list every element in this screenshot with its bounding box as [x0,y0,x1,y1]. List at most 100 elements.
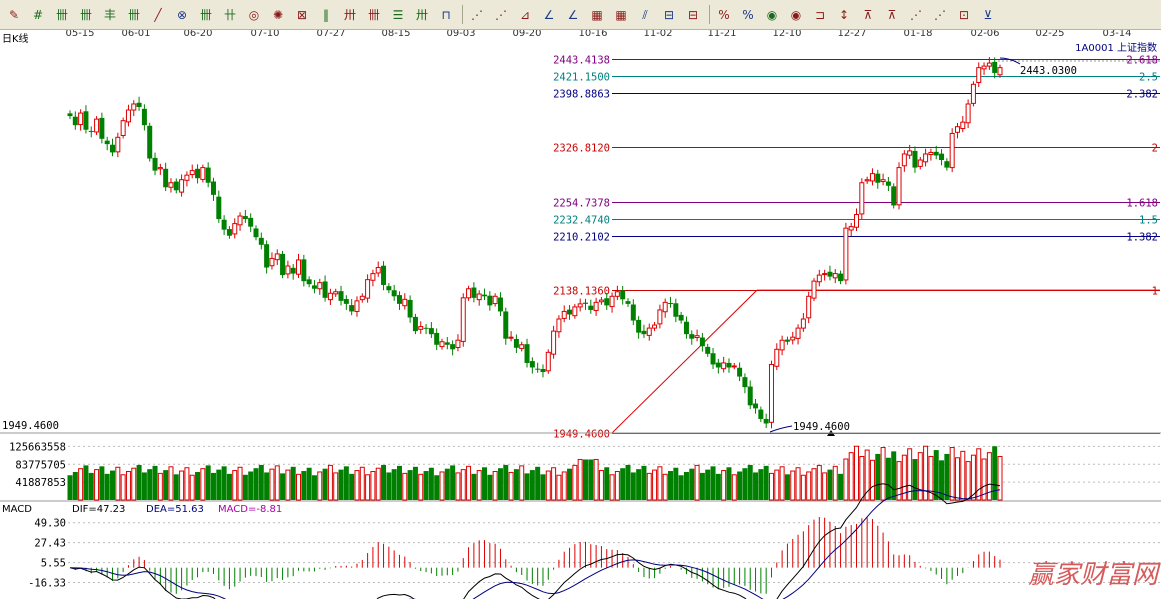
fan-1-icon[interactable]: ⋰ [467,4,487,24]
candle-body [274,253,280,261]
volume-bar [965,461,971,501]
volume-bar [577,458,583,501]
bars-2-icon[interactable]: 卅 [340,4,360,24]
percent-2-icon[interactable]: % [738,4,758,24]
grid-lines-icon[interactable]: # [28,4,48,24]
candle-body [694,335,700,338]
angle-2-icon[interactable]: ∠ [563,4,583,24]
candle-body [359,295,365,301]
volume-bar [407,470,413,500]
fence-3-icon[interactable]: 丰 [100,4,120,24]
volume-bar [210,472,216,500]
candle-body [78,112,84,126]
candle-body [933,151,939,156]
grid-square-2-icon[interactable]: ▦ [611,4,631,24]
percent-1-icon[interactable]: % [714,4,734,24]
volume-bar [699,472,705,500]
fan-3-icon[interactable]: ⊿ [515,4,535,24]
candle-body [407,299,413,318]
volume-bar [173,474,179,500]
volume-bar [620,468,626,500]
volume-bar [120,474,126,501]
hash-2-icon[interactable]: 卄 [220,4,240,24]
candle-body [497,297,503,312]
fan-lines-1-icon[interactable]: ⋰ [906,4,926,24]
volume-bar [232,470,238,501]
list-2-icon[interactable]: 卅 [412,4,432,24]
circle-grid-icon[interactable]: ⊗ [172,4,192,24]
volume-bar [285,469,291,501]
candle-body [322,281,328,298]
triangle-1-icon[interactable]: ⊼ [858,4,878,24]
box-grid-icon[interactable]: ⊠ [292,4,312,24]
diagonal-lines-icon[interactable]: ⫽ [635,4,655,24]
volume-bar [365,474,371,501]
level-price-label: 2443.4138 [553,55,610,67]
candle-body [370,273,376,281]
grid-square-1-icon[interactable]: ▦ [587,4,607,24]
pencil-icon[interactable]: ✎ [4,4,24,24]
bars-1-icon[interactable]: ‖ [316,4,336,24]
candle-body [264,244,270,268]
volume-bar [359,466,365,501]
candle-body [269,257,275,267]
candle-body [912,150,918,168]
volume-bar [402,472,408,501]
fence-2-icon[interactable]: 卌 [76,4,96,24]
coin-2-icon[interactable]: ◉ [786,4,806,24]
ring-icon[interactable]: ◎ [244,4,264,24]
volume-bar [423,471,429,500]
volume-bar [827,469,833,500]
bars-3-icon[interactable]: 卌 [364,4,384,24]
candle-body [699,337,705,347]
volume-bar [67,475,73,500]
triangle-2-icon[interactable]: ⊼ [882,4,902,24]
candle-body [455,339,461,348]
fence-4-icon[interactable]: 卌 [124,4,144,24]
sun-icon[interactable]: ✺ [268,4,288,24]
volume-bar [412,466,418,500]
underline-icon[interactable]: ⊻ [978,4,998,24]
ruler-icon[interactable]: ╱ [148,4,168,24]
volume-bar [832,465,838,501]
candle-body [67,113,73,117]
candle-body [147,125,153,159]
candle-body [976,67,982,83]
bracket-1-icon[interactable]: ⊐ [810,4,830,24]
x-tick-label: 10-16 [578,30,607,39]
candle-body [880,179,886,183]
volume-bar [582,459,588,500]
candle-body [301,259,307,282]
macd-y-label: 5.55 [41,558,66,570]
box-1-icon[interactable]: ⊡ [954,4,974,24]
candle-body [349,305,355,312]
square-bracket-icon[interactable]: ⊓ [436,4,456,24]
angle-1-icon[interactable]: ∠ [539,4,559,24]
candle-body [296,259,302,275]
x-tick-label: 02-25 [1035,30,1064,39]
fan-2-icon[interactable]: ⋰ [491,4,511,24]
candle-body [141,108,147,126]
list-1-icon[interactable]: ☰ [388,4,408,24]
volume-bar [205,465,211,500]
candle-body [173,181,179,191]
fence-1-icon[interactable]: 卌 [52,4,72,24]
hash-1-icon[interactable]: 卌 [196,4,216,24]
ladder-1-icon[interactable]: ⊟ [659,4,679,24]
fan-lines-2-icon[interactable]: ⋰ [930,4,950,24]
candle-body [673,303,679,317]
arrow-1-icon[interactable]: ↕ [834,4,854,24]
macd-y-label: -16.33 [28,578,66,590]
candle-body [901,153,907,167]
candle-body [365,279,371,299]
candle-body [418,326,424,330]
ladder-2-icon[interactable]: ⊟ [683,4,703,24]
candle-body [838,273,844,282]
candle-body [854,214,860,228]
volume-bar [705,469,711,500]
volume-bar [322,468,328,500]
candle-body [784,339,790,342]
coin-1-icon[interactable]: ◉ [762,4,782,24]
candle-body [588,305,594,310]
candle-body [242,216,248,220]
